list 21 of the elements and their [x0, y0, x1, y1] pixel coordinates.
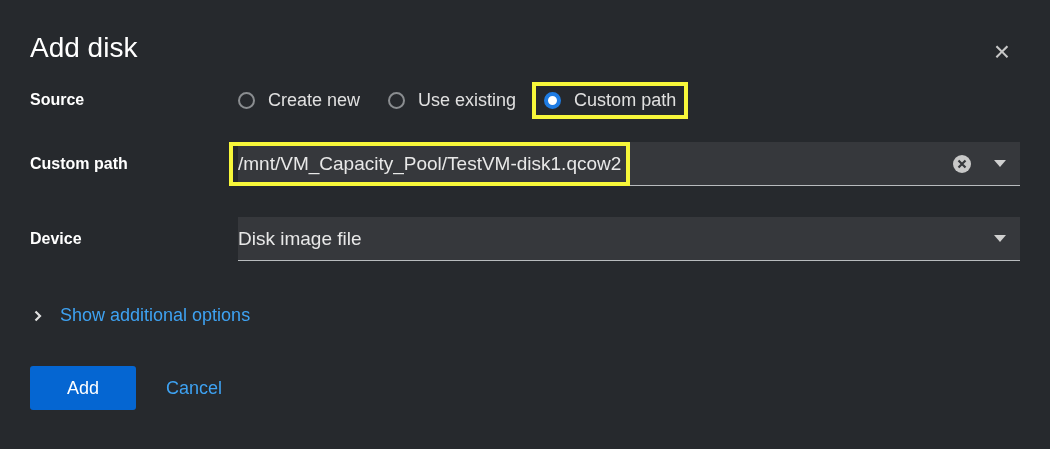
cancel-link[interactable]: Cancel [166, 377, 223, 399]
caret-down-icon[interactable] [994, 160, 1006, 167]
show-options-link[interactable]: Show additional options [60, 305, 251, 326]
clear-icon[interactable] [952, 153, 972, 174]
radio-icon[interactable] [388, 91, 406, 109]
radio-icon[interactable] [238, 91, 255, 109]
device-select[interactable]: Disk image file [238, 217, 1020, 261]
chevron-right-icon[interactable] [34, 309, 42, 322]
radio-option[interactable]: Create new [226, 81, 373, 119]
path-value: /mnt/VM_Capacity_Pool/TestVM-disk1.qcow2 [229, 141, 631, 186]
field-label: Device [30, 230, 83, 248]
radio-option[interactable]: Custom path [532, 81, 689, 119]
radio-option[interactable]: Use existing [376, 81, 529, 119]
dialog-title: Add disk [30, 32, 138, 64]
radio-icon[interactable] [544, 91, 562, 109]
select-value: Disk image file [237, 226, 363, 251]
caret-down-icon[interactable] [994, 235, 1006, 242]
field-label: Source [30, 91, 86, 109]
add-button[interactable]: Add [30, 366, 136, 410]
close-button[interactable]: × [993, 38, 1020, 66]
field-label: Custom path [30, 155, 129, 173]
